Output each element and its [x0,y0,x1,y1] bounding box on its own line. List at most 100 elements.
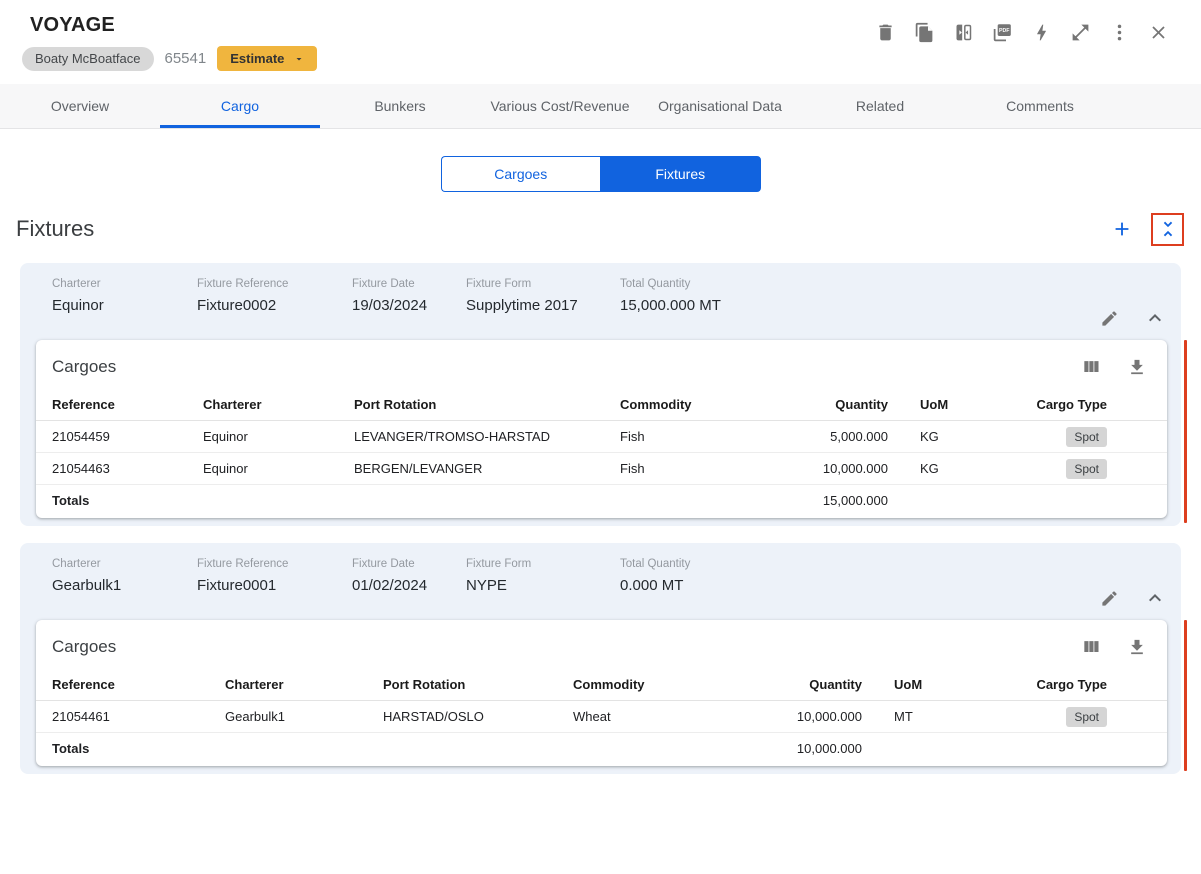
more-options-icon[interactable] [1109,22,1130,43]
cell-reference: 21054459 [52,429,110,444]
download-icon[interactable] [1127,637,1147,657]
svg-text:PDF: PDF [999,28,1010,34]
cell-commodity: Fish [620,429,645,444]
unfold-less-icon [1157,218,1179,240]
field-fixture-reference: Fixture Reference Fixture0002 [197,278,352,314]
field-label: Charterer [52,278,101,290]
field-value: Equinor [52,297,104,314]
cargoes-card: Cargoes Reference Charterer Port Rotatio… [36,340,1167,518]
voyage-window: VOYAGE Boaty McBoatface 65541 Estimate P… [0,0,1201,874]
field-value: Gearbulk1 [52,577,122,594]
cell-charterer: Gearbulk1 [225,709,285,724]
column-header: Port Rotation [383,676,466,692]
field-value: Fixture0002 [197,297,277,314]
field-fixture-form: Fixture Form Supplytime 2017 [466,278,620,314]
cargo-type-badge: Spot [1066,426,1107,447]
field-fixture-form: Fixture Form NYPE [466,558,620,594]
fixture-actions [1100,306,1181,330]
download-icon[interactable] [1127,357,1147,377]
vessel-name-chip: Boaty McBoatface [22,46,154,71]
estimate-dropdown-button[interactable]: Estimate [217,46,318,71]
cargo-type-badge: Spot [1066,706,1107,727]
cell-uom: KG [920,429,939,444]
cell-quantity: 10,000.000 [796,709,862,724]
toggle-cargoes-button[interactable]: Cargoes [440,156,600,192]
fixtures-section-title: Fixtures [16,216,95,241]
cell-commodity: Wheat [573,709,611,724]
delete-icon[interactable] [875,22,896,43]
tab-related[interactable]: Related [800,84,960,128]
fixture-actions [1100,586,1181,610]
duplicate-icon[interactable] [914,22,935,43]
compare-icon[interactable] [953,22,974,43]
toggle-fixtures-button[interactable]: Fixtures [600,156,761,192]
cargoes-toolbar [1081,357,1147,377]
cargoes-toolbar [1081,637,1147,657]
cargoes-table: Reference Charterer Port Rotation Commod… [36,668,1167,764]
cargoes-card: Cargoes Reference Charterer Port Rotatio… [36,620,1167,766]
field-label: Total Quantity [620,278,691,290]
cargoes-table: Reference Charterer Port Rotation Commod… [36,388,1167,516]
view-columns-icon[interactable] [1081,357,1101,377]
column-header: Charterer [203,396,262,412]
collapse-fixture-icon[interactable] [1143,586,1167,610]
edit-fixture-icon[interactable] [1100,309,1119,328]
collapse-all-button[interactable] [1151,212,1184,246]
totals-label: Totals [52,741,90,756]
fixtures-section-controls [1105,212,1184,246]
tab-comments[interactable]: Comments [960,84,1120,128]
edit-fixture-icon[interactable] [1100,589,1119,608]
view-toggle: Cargoes Fixtures [440,156,761,192]
add-fixture-button[interactable] [1105,212,1139,246]
cell-uom: MT [894,709,913,724]
table-row[interactable]: 21054459 Equinor LEVANGER/TROMSO-HARSTAD… [36,421,1167,453]
totals-row: Totals 10,000.000 [36,733,1167,764]
cell-charterer: Equinor [203,461,248,476]
field-label: Fixture Form [466,558,532,570]
view-columns-icon[interactable] [1081,637,1101,657]
field-charterer: Charterer Equinor [52,278,197,314]
field-label: Fixture Date [352,558,415,570]
cell-cargo-type: Spot [1000,458,1151,479]
close-icon[interactable] [1148,22,1169,43]
field-value: NYPE [466,577,507,594]
cell-port-rotation: BERGEN/LEVANGER [354,461,483,476]
tab-cargo[interactable]: Cargo [160,84,320,128]
window-subheader: Boaty McBoatface 65541 Estimate [22,46,1171,71]
cell-port-rotation: LEVANGER/TROMSO-HARSTAD [354,429,550,444]
fixture-highlight-line [1184,620,1187,771]
totals-label: Totals [52,493,90,508]
collapse-fixture-icon[interactable] [1143,306,1167,330]
quick-actions-icon[interactable] [1031,22,1052,43]
field-value: 15,000.000 MT [620,297,721,314]
fixture-header: Charterer Equinor Fixture Reference Fixt… [20,263,1181,340]
field-charterer: Charterer Gearbulk1 [52,558,197,594]
totals-row: Totals 15,000.000 [36,485,1167,516]
column-header: Commodity [620,396,692,412]
table-row[interactable]: 21054463 Equinor BERGEN/LEVANGER Fish 10… [36,453,1167,485]
field-value: 0.000 MT [620,577,684,594]
table-row[interactable]: 21054461 Gearbulk1 HARSTAD/OSLO Wheat 10… [36,701,1167,733]
column-header: Cargo Type [1036,396,1107,412]
fixtures-section-header: Fixtures [0,192,1201,246]
tab-various-cost-revenue[interactable]: Various Cost/Revenue [480,84,640,128]
column-header: Reference [52,676,115,692]
pdf-icon[interactable]: PDF [992,22,1013,43]
fixture-card: Charterer Gearbulk1 Fixture Reference Fi… [20,543,1187,774]
tab-overview[interactable]: Overview [0,84,160,128]
cell-port-rotation: HARSTAD/OSLO [383,709,484,724]
fixture-highlight-line [1184,340,1187,523]
field-fixture-reference: Fixture Reference Fixture0001 [197,558,352,594]
totals-quantity: 10,000.000 [796,741,862,756]
tab-organisational-data[interactable]: Organisational Data [640,84,800,128]
cell-reference: 21054461 [52,709,110,724]
column-header: Port Rotation [354,396,437,412]
cell-quantity: 5,000.000 [830,429,888,444]
field-total-quantity: Total Quantity 0.000 MT [620,558,690,594]
expand-icon[interactable] [1070,22,1091,43]
field-label: Fixture Reference [197,558,289,570]
totals-quantity: 15,000.000 [822,493,888,508]
cell-uom: KG [920,461,939,476]
tab-bunkers[interactable]: Bunkers [320,84,480,128]
column-header: Charterer [225,676,284,692]
